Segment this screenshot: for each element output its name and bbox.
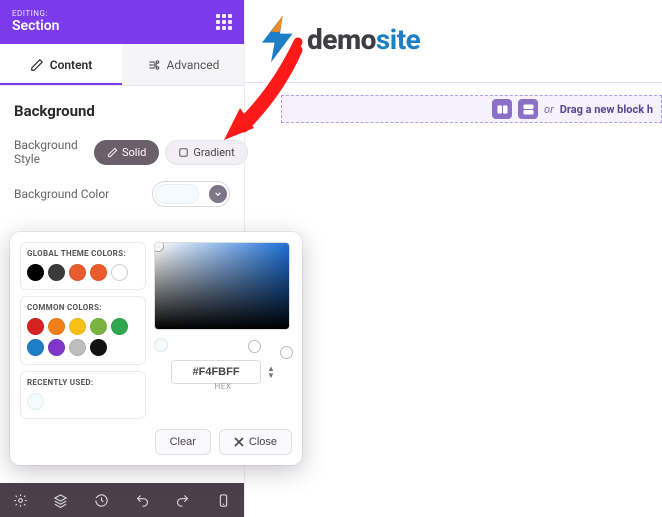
dropzone-text: Drag a new block h — [560, 103, 653, 116]
logo-site: site — [376, 23, 420, 56]
dropzone-or: or — [544, 103, 554, 116]
hex-input[interactable] — [171, 360, 261, 384]
site-logo: demosite — [245, 0, 662, 83]
global-swatch[interactable] — [69, 264, 86, 281]
canvas: demosite or Drag a new block h — [244, 0, 662, 517]
global-swatch[interactable] — [90, 264, 107, 281]
bg-style-label: Background Style — [14, 138, 94, 167]
global-swatch[interactable] — [48, 264, 65, 281]
layers-icon[interactable] — [53, 492, 69, 508]
alpha-handle[interactable] — [280, 346, 293, 359]
sv-picker[interactable] — [154, 242, 290, 330]
chevron-down-icon — [209, 185, 227, 203]
panel-header: EDITING: Section — [0, 0, 244, 44]
bg-color-label: Background Color — [14, 187, 109, 201]
common-swatch[interactable] — [27, 339, 44, 356]
recent-colors-title: RECENTLY USED: — [27, 378, 139, 387]
bg-color-chip[interactable] — [152, 181, 230, 207]
recent-swatch[interactable] — [27, 393, 44, 410]
undo-icon[interactable] — [134, 492, 150, 508]
color-picker: GLOBAL THEME COLORS: COMMON COLORS: RECE… — [10, 232, 302, 465]
global-swatch[interactable] — [27, 264, 44, 281]
dropzone[interactable]: or Drag a new block h — [281, 95, 662, 123]
logo-text: demosite — [307, 23, 420, 56]
settings-icon[interactable] — [12, 492, 28, 508]
columns-icon[interactable] — [492, 99, 512, 119]
field-background-style: Background Style Solid Gradient — [14, 138, 230, 167]
logo-demo: demo — [307, 23, 376, 56]
close-button[interactable]: Close — [219, 429, 292, 455]
editing-label: EDITING: — [12, 10, 59, 18]
common-swatch[interactable] — [90, 339, 107, 356]
rows-icon[interactable] — [518, 99, 538, 119]
common-swatch[interactable] — [90, 318, 107, 335]
tabs: Content Advanced — [0, 44, 244, 86]
bottom-bar — [0, 483, 244, 517]
global-swatch[interactable] — [111, 264, 128, 281]
bolt-icon — [253, 12, 307, 66]
bg-color-preview — [155, 184, 199, 204]
global-colors-title: GLOBAL THEME COLORS: — [27, 249, 139, 258]
history-icon[interactable] — [94, 492, 110, 508]
field-background-color: Background Color — [14, 181, 230, 207]
tab-advanced[interactable]: Advanced — [122, 44, 244, 85]
tab-content-label: Content — [50, 58, 93, 72]
hue-handle[interactable] — [248, 340, 261, 353]
tab-advanced-label: Advanced — [167, 58, 220, 72]
common-swatch[interactable] — [69, 318, 86, 335]
redo-icon[interactable] — [175, 492, 191, 508]
editing-title: Section — [12, 19, 59, 34]
common-colors-title: COMMON COLORS: — [27, 303, 139, 312]
tab-content[interactable]: Content — [0, 44, 122, 85]
bg-style-solid[interactable]: Solid — [94, 140, 159, 165]
common-swatch[interactable] — [111, 318, 128, 335]
sv-handle[interactable] — [154, 242, 163, 251]
common-colors-block: COMMON COLORS: — [20, 296, 146, 365]
drag-grip-icon[interactable] — [216, 14, 232, 30]
clear-button[interactable]: Clear — [155, 429, 211, 455]
bg-style-gradient[interactable]: Gradient — [165, 140, 247, 165]
current-color-dot — [154, 338, 168, 352]
bg-style-solid-label: Solid — [122, 146, 146, 159]
common-swatch[interactable] — [48, 318, 65, 335]
common-swatch[interactable] — [69, 339, 86, 356]
section-heading: Background — [14, 102, 230, 120]
format-stepper[interactable]: ▲▼ — [267, 365, 275, 379]
mobile-preview-icon[interactable] — [216, 492, 232, 508]
global-colors-block: GLOBAL THEME COLORS: — [20, 242, 146, 290]
common-swatch[interactable] — [48, 339, 65, 356]
bg-style-gradient-label: Gradient — [193, 146, 234, 159]
common-swatch[interactable] — [27, 318, 44, 335]
recent-colors-block: RECENTLY USED: — [20, 371, 146, 419]
